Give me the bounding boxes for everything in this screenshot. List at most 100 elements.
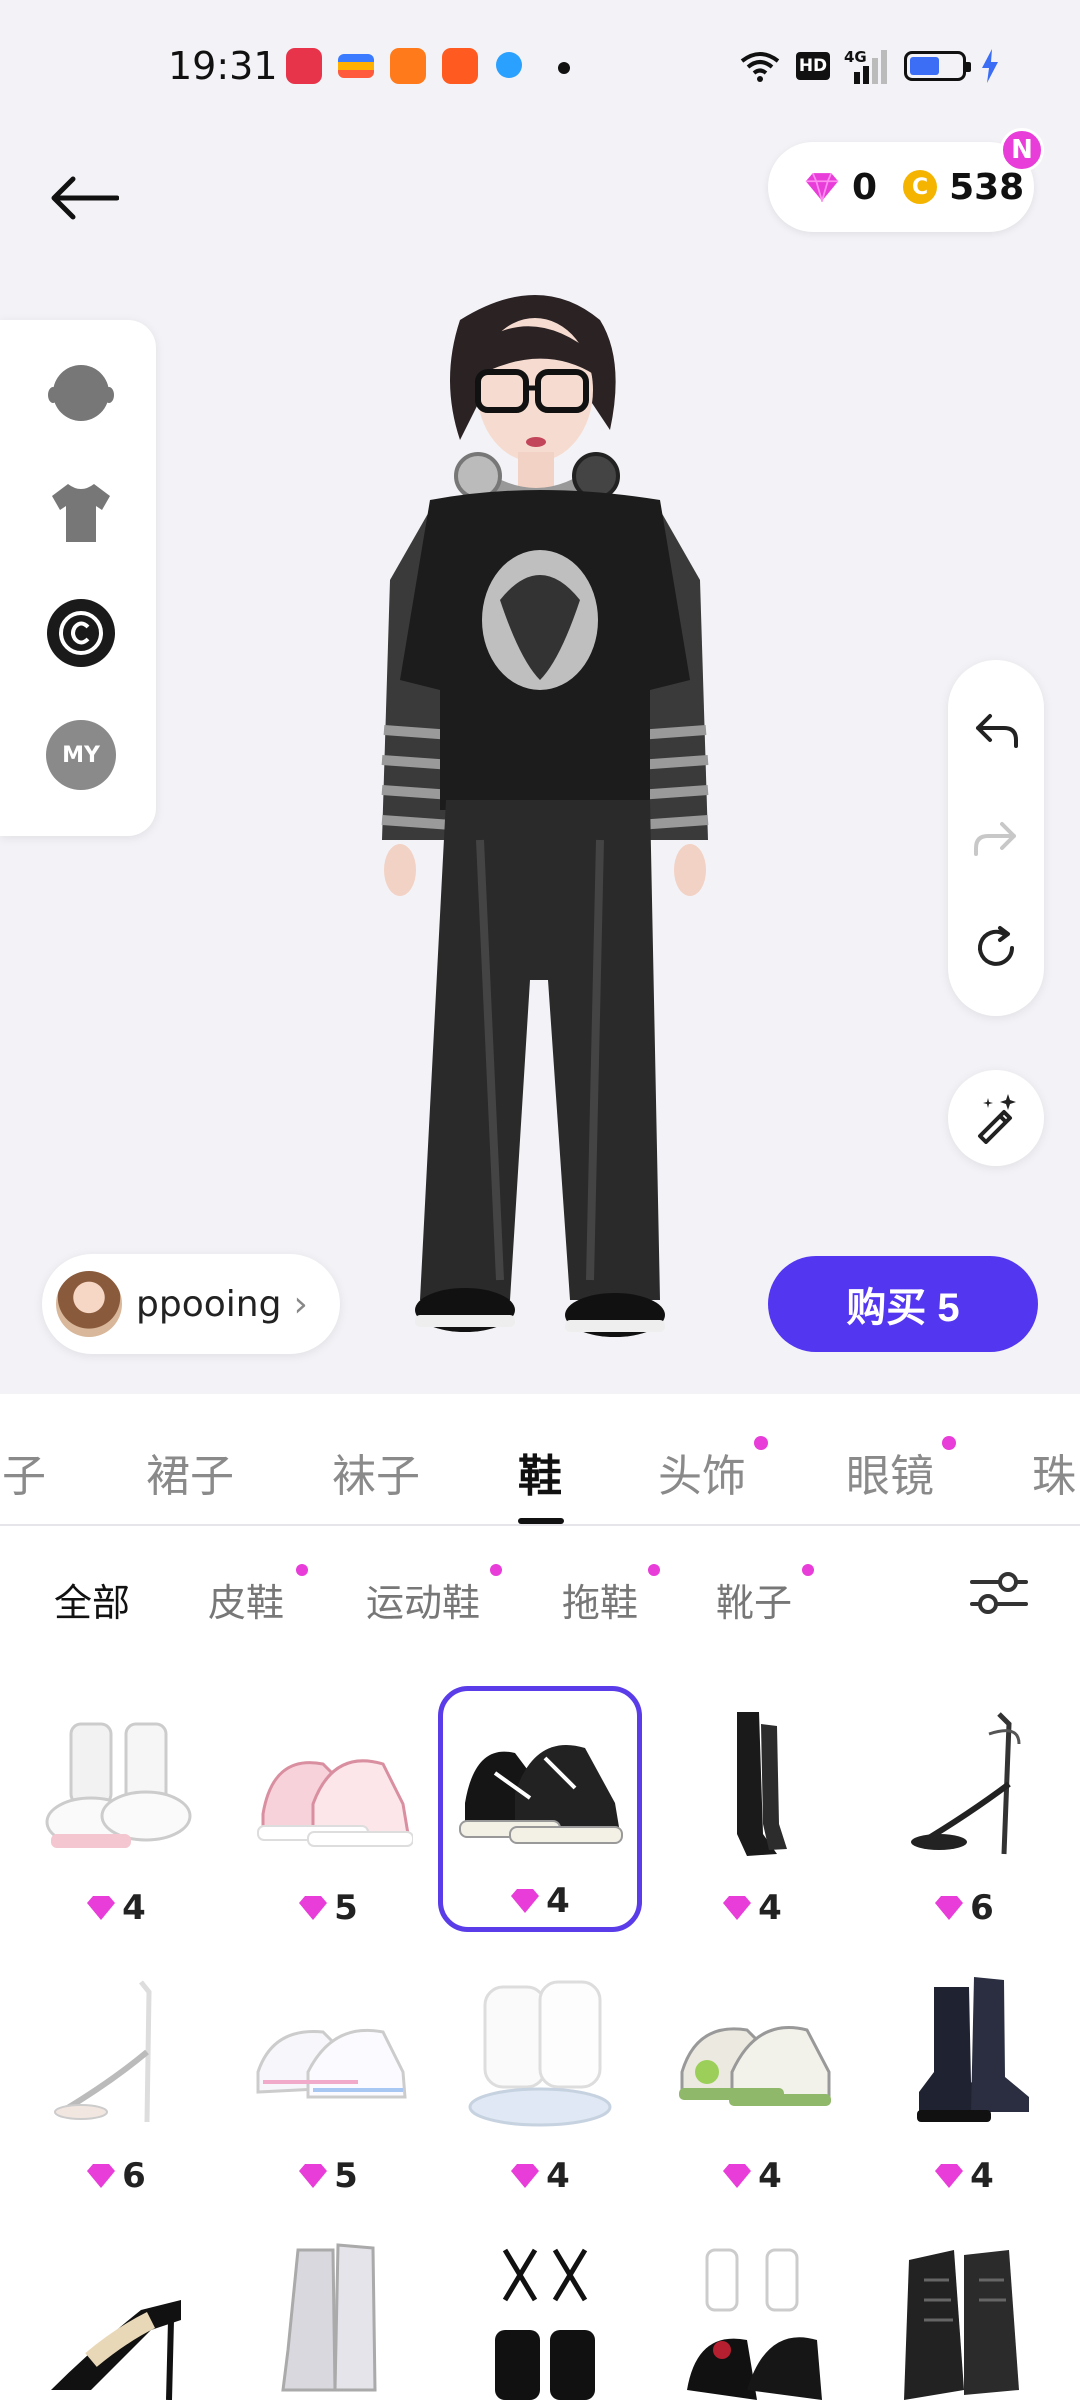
- tab-category-3[interactable]: 鞋: [518, 1440, 562, 1504]
- new-dot-icon: [648, 1564, 660, 1576]
- item-card[interactable]: 5: [226, 1956, 430, 2202]
- charging-icon: [982, 49, 998, 83]
- magic-wand-icon: [978, 1094, 1016, 1144]
- item-card[interactable]: [226, 2224, 430, 2400]
- coin-count: 538: [949, 166, 1025, 208]
- card-app-icon: [338, 54, 374, 78]
- tab-category-4[interactable]: 头饰: [658, 1440, 746, 1504]
- side-copyright-button[interactable]: [46, 598, 116, 668]
- undo-button[interactable]: [966, 700, 1026, 760]
- gem-icon: [87, 2164, 116, 2188]
- price-value: 6: [970, 1888, 994, 1928]
- item-price: 4: [14, 1888, 218, 1928]
- item-card[interactable]: 4: [438, 1956, 642, 2202]
- tab-category-5[interactable]: 眼镜: [846, 1440, 934, 1504]
- black-combat-boot-icon: [917, 1977, 1029, 2122]
- status-time: 19:31: [168, 44, 278, 88]
- item-card[interactable]: [862, 2224, 1066, 2400]
- item-card[interactable]: 4: [650, 1688, 854, 1934]
- filter-sliders-icon: [970, 1572, 1028, 1614]
- item-price: 4: [862, 2156, 1066, 2196]
- gem-icon: [805, 172, 839, 202]
- side-panel: MY: [0, 320, 156, 836]
- redo-button[interactable]: [966, 808, 1026, 868]
- gem-count: 0: [852, 166, 878, 208]
- subtab-all[interactable]: 全部: [54, 1572, 130, 1627]
- gem-icon: [723, 2164, 752, 2188]
- side-my-button[interactable]: MY: [46, 720, 116, 790]
- silver-boot-icon: [281, 2243, 377, 2392]
- subtab-sneakers[interactable]: 运动鞋: [366, 1572, 480, 1627]
- gem-icon: [299, 2164, 328, 2188]
- filter-button[interactable]: [966, 1560, 1032, 1626]
- item-card[interactable]: 6: [14, 1956, 218, 2202]
- status-indicators: HD 4G: [738, 44, 1000, 88]
- price-value: 6: [122, 2156, 146, 2196]
- white-sneaker-icon: [256, 2028, 407, 2099]
- side-clothing-button[interactable]: [46, 478, 116, 548]
- status-bar: 19:31 HD 4G: [0, 0, 1080, 136]
- video-app-icon: [286, 48, 322, 84]
- item-price: 5: [226, 1888, 430, 1928]
- tab-category-6[interactable]: 珠: [1032, 1440, 1076, 1504]
- new-dot-icon: [296, 1564, 308, 1576]
- tab-category-0[interactable]: 子: [2, 1440, 46, 1504]
- currency-balance[interactable]: 0 C 538: [768, 142, 1034, 232]
- item-price: 6: [14, 2156, 218, 2196]
- black-lace-boot-icon: [904, 2250, 1019, 2400]
- tshirt-icon: [52, 484, 110, 542]
- item-card[interactable]: 6: [862, 1688, 1066, 1934]
- price-value: 4: [122, 1888, 146, 1928]
- back-button[interactable]: [36, 150, 132, 246]
- buy-button[interactable]: 购买 5: [768, 1256, 1038, 1352]
- new-dot-icon: [942, 1436, 956, 1450]
- refresh-icon: [978, 926, 1014, 966]
- black-canvas-sneaker-icon: [459, 1745, 623, 1844]
- item-card[interactable]: 4: [650, 1956, 854, 2202]
- item-card[interactable]: 4: [862, 1956, 1066, 2202]
- gem-icon: [511, 2164, 540, 2188]
- subtab-slippers[interactable]: 拖鞋: [562, 1572, 638, 1627]
- wifi-icon: [740, 52, 780, 82]
- gem-icon: [511, 1889, 540, 1913]
- price-value: 4: [546, 2156, 570, 2196]
- gem-icon: [723, 1896, 752, 1920]
- item-price: 4: [443, 1881, 637, 1921]
- magic-wand-button[interactable]: [948, 1070, 1044, 1166]
- user-chip[interactable]: ppooing ›: [42, 1254, 340, 1354]
- item-card[interactable]: 4: [14, 1688, 218, 1934]
- price-value: 5: [334, 1888, 358, 1928]
- item-card[interactable]: [438, 2224, 642, 2400]
- item-card[interactable]: [14, 2224, 218, 2400]
- bird-app-icon: [496, 52, 522, 78]
- price-value: 4: [970, 2156, 994, 2196]
- new-dot-icon: [490, 1564, 502, 1576]
- tab-category-2[interactable]: 袜子: [332, 1440, 420, 1504]
- network-type-label: 4G: [844, 48, 867, 66]
- item-card[interactable]: [650, 2224, 854, 2400]
- arrow-left-icon: [51, 176, 119, 220]
- item-price: 4: [650, 1888, 854, 1928]
- pink-sneaker-icon: [257, 1759, 413, 1847]
- white-platform-shoe-icon: [45, 1722, 192, 1848]
- black-mary-jane-icon: [687, 2248, 822, 2400]
- item-card[interactable]: 5: [226, 1688, 430, 1934]
- item-price: 5: [226, 2156, 430, 2196]
- price-value: 4: [758, 2156, 782, 2196]
- subtab-boots[interactable]: 靴子: [716, 1572, 792, 1627]
- reset-button[interactable]: [966, 918, 1026, 978]
- price-value: 4: [546, 1881, 570, 1921]
- green-sneaker-icon: [679, 2026, 831, 2106]
- coin-icon: C: [903, 170, 938, 204]
- item-price: 6: [862, 1888, 1066, 1928]
- tab-category-1[interactable]: 裙子: [146, 1440, 234, 1504]
- new-badge: N: [1000, 128, 1044, 172]
- notification-dot-icon: [558, 62, 570, 74]
- price-value: 4: [758, 1888, 782, 1928]
- gem-icon: [299, 1896, 328, 1920]
- item-card-selected[interactable]: 4: [438, 1686, 642, 1932]
- new-dot-icon: [754, 1436, 768, 1450]
- side-head-button[interactable]: [46, 358, 116, 428]
- subtab-leather[interactable]: 皮鞋: [208, 1572, 284, 1627]
- redo-icon: [974, 822, 1016, 856]
